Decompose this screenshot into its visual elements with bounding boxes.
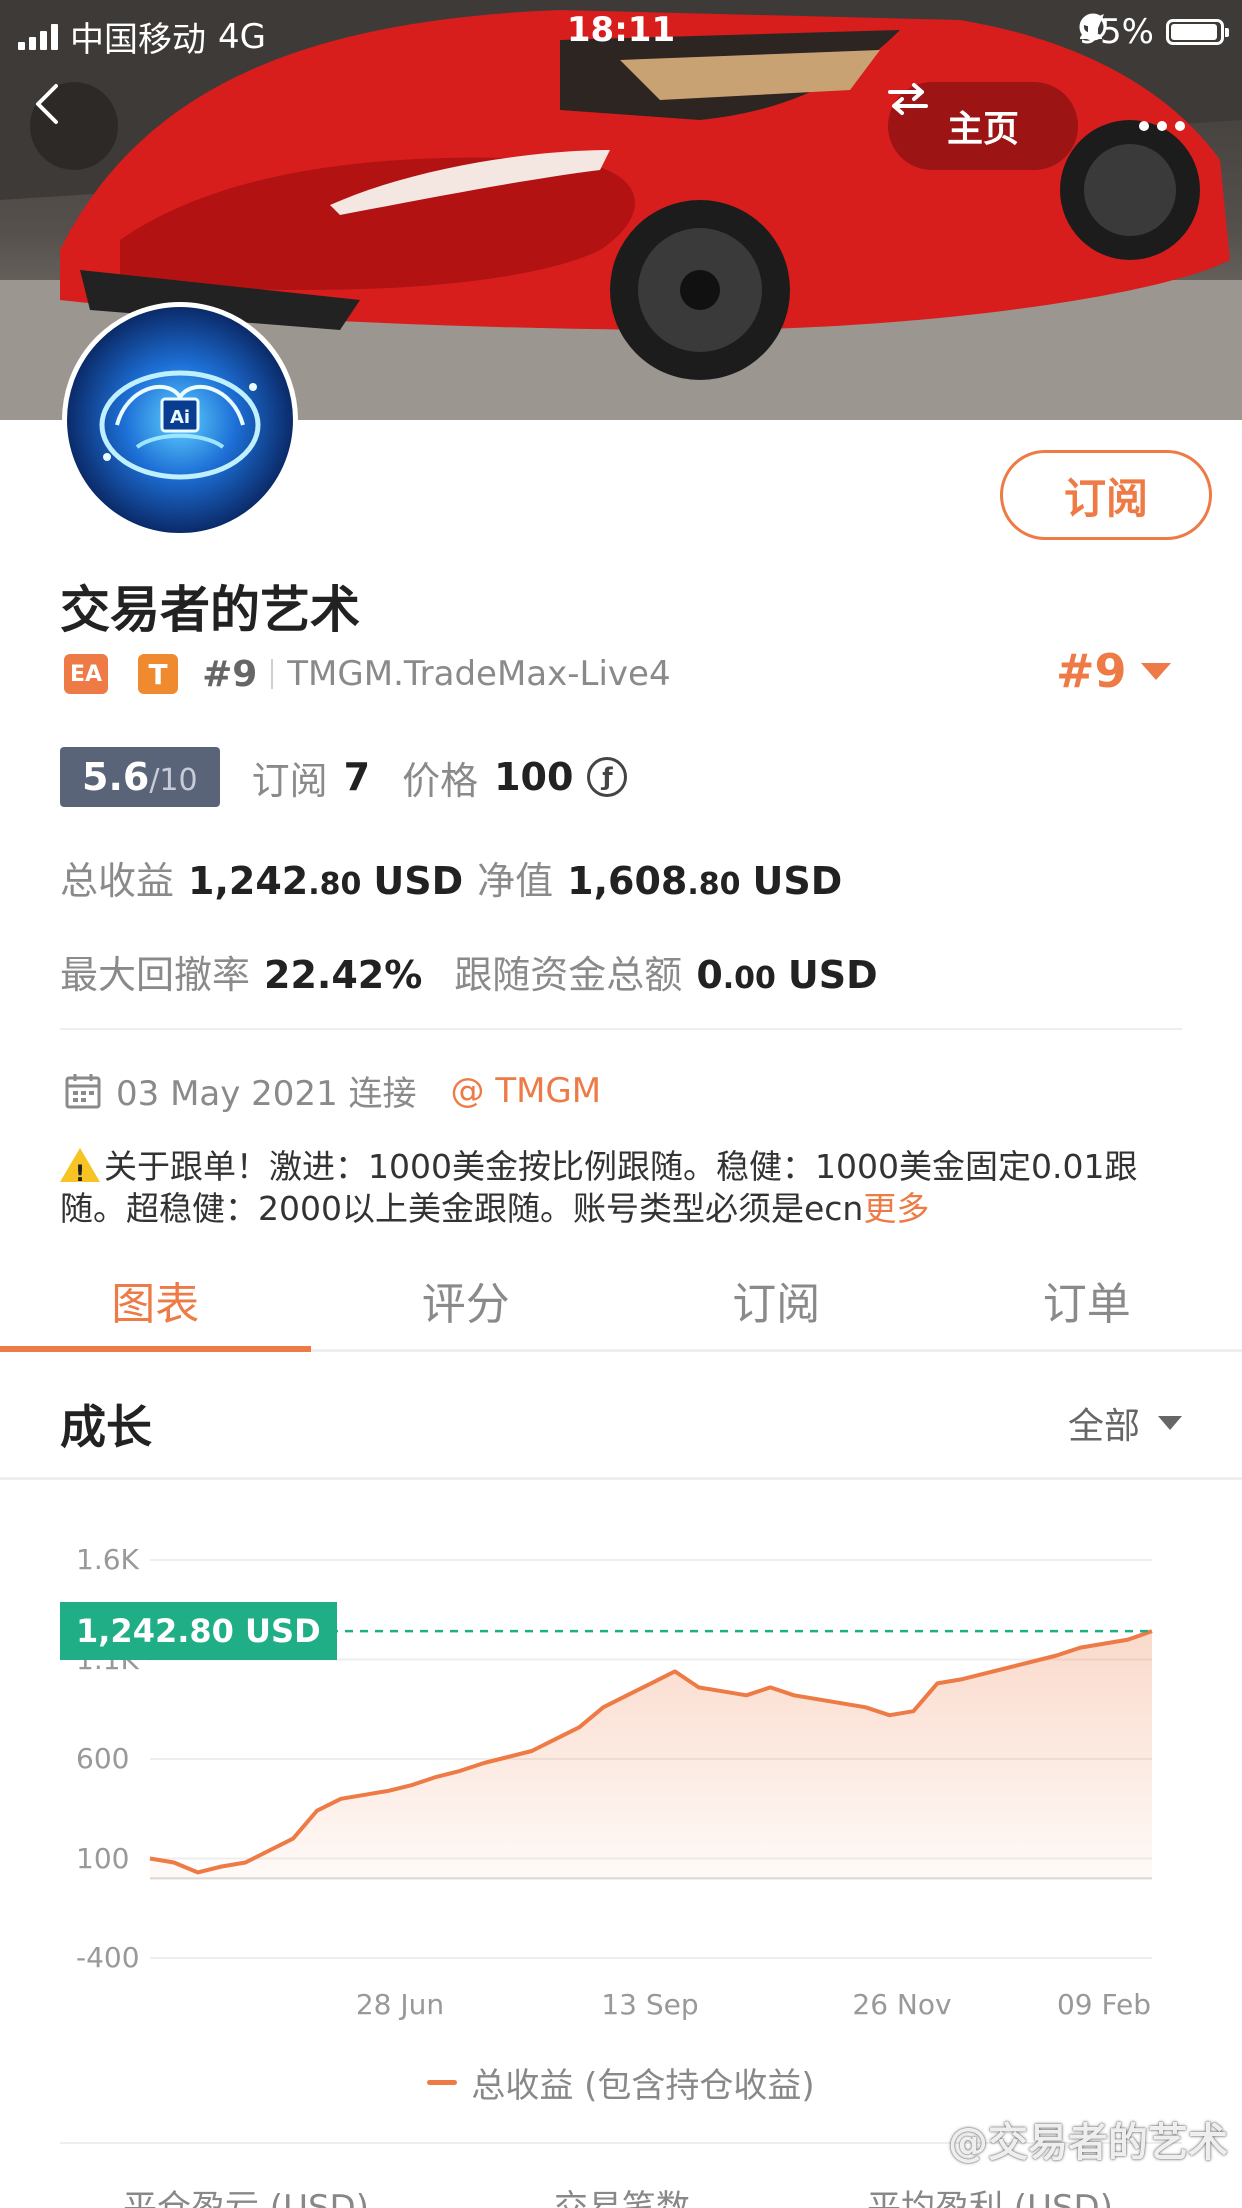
- equity-int: 1,608: [567, 859, 688, 903]
- growth-title: 成长: [60, 1400, 152, 1454]
- broker-link[interactable]: @ TMGM: [451, 1071, 602, 1111]
- ai-brain-icon: Ai: [99, 370, 261, 480]
- range-filter-dropdown[interactable]: 全部: [1068, 1397, 1182, 1449]
- y-tick-label: 1.6K: [76, 1543, 139, 1576]
- follow-funds-label: 跟随资金总额: [454, 953, 683, 997]
- dot-icon: [1175, 121, 1185, 131]
- chart-legend[interactable]: 总收益 (包含持仓收益): [0, 2058, 1242, 2107]
- summary-header-row: 平仓盈亏 (USD) 交易笔数 平均盈利 (USD): [0, 2180, 1242, 2208]
- y-tick-label: 100: [76, 1841, 130, 1875]
- caret-down-icon: [1140, 662, 1171, 680]
- connect-row: 03 May 2021 连接 @ TMGM: [64, 1066, 601, 1115]
- rank-value: #9: [1056, 644, 1127, 698]
- total-profit-currency: USD: [373, 859, 464, 903]
- more-menu-button[interactable]: [1118, 82, 1206, 170]
- coin-icon: ƒ: [587, 757, 628, 797]
- subscribe-count: 7: [343, 755, 371, 799]
- rank-dropdown[interactable]: #9: [1056, 644, 1171, 698]
- x-tick-label: 28 Jun: [355, 1988, 445, 2021]
- rating-badge: 5.6 /10: [60, 747, 220, 807]
- y-tick-label: 600: [76, 1742, 130, 1775]
- chevron-left-icon: [36, 84, 58, 124]
- total-profit-label: 总收益: [60, 859, 175, 903]
- back-button[interactable]: [30, 82, 118, 170]
- divider: [60, 1028, 1182, 1030]
- equity-label: 净值: [477, 859, 554, 903]
- swap-arrows-icon: [888, 83, 928, 115]
- tab-chart[interactable]: 图表: [0, 1250, 311, 1352]
- x-tick-label: 09 Feb: [1056, 1988, 1152, 2021]
- connect-date: 03 May 2021 连接: [116, 1074, 417, 1114]
- follow-funds-dec: .00: [722, 961, 776, 996]
- trader-name: 交易者的艺术: [60, 581, 360, 639]
- ea-badge: EA: [64, 654, 109, 694]
- x-tick-label: 13 Sep: [601, 1988, 699, 2021]
- watermark: @交易者的艺术: [948, 2120, 1228, 2166]
- warning-icon: [60, 1148, 100, 1196]
- battery-icon: [1166, 19, 1229, 45]
- t-badge: T: [138, 654, 179, 694]
- separator: [271, 659, 274, 689]
- rating-max: /10: [149, 763, 198, 798]
- x-tick-label: 26 Nov: [852, 1988, 952, 2021]
- profit-row: 总收益 1,242.80 USD 净值 1,608.80 USD: [60, 850, 842, 905]
- svg-text:Ai: Ai: [170, 407, 190, 428]
- max-drawdown-value: 22.42%: [264, 953, 423, 997]
- strategy-description: 关于跟单！激进：1000美金按比例跟随。稳健：1000美金固定0.01跟随。超稳…: [60, 1146, 1180, 1230]
- tab-bar: 图表 评分 订阅 订单: [0, 1250, 1242, 1352]
- range-filter-label: 全部: [1067, 1406, 1140, 1447]
- max-drawdown-label: 最大回撤率: [60, 953, 251, 997]
- clock: 18:11: [566, 10, 676, 50]
- equity-dec: .80: [687, 867, 741, 902]
- y-tick-label: -400: [76, 1941, 140, 1974]
- trade-count-label: 交易笔数: [554, 2188, 690, 2208]
- status-bar: 中国移动 4G 18:11 95%: [0, 0, 1242, 64]
- total-profit-dec: .80: [308, 867, 362, 902]
- growth-chart[interactable]: 1.6K1.1K600100-400 28 Jun13 Sep26 Nov09 …: [0, 1480, 1242, 2060]
- home-label: 主页: [946, 109, 1019, 150]
- server-name: TMGM.TradeMax-Live4: [287, 654, 671, 694]
- dot-icon: [1139, 121, 1149, 131]
- score-row: 5.6 /10 订阅 7 价格 100 ƒ: [60, 747, 628, 807]
- caret-down-icon: [1158, 1416, 1182, 1430]
- total-profit-int: 1,242: [188, 859, 309, 903]
- subscribe-button[interactable]: 订阅: [1000, 450, 1212, 540]
- tab-orders[interactable]: 订单: [932, 1250, 1242, 1349]
- legend-label: 总收益 (包含持仓收益): [471, 2066, 815, 2106]
- equity-currency: USD: [752, 859, 843, 903]
- home-button[interactable]: 主页: [888, 82, 1078, 170]
- rating-score: 5.6: [82, 755, 150, 799]
- growth-header: 成长 全部: [0, 1355, 1242, 1480]
- tab-subscribe[interactable]: 订阅: [621, 1250, 932, 1349]
- growth-chart-plot: [149, 1559, 1153, 1959]
- avatar[interactable]: Ai: [62, 302, 298, 538]
- price-value: 100: [494, 755, 574, 799]
- dot-icon: [1157, 121, 1167, 131]
- follow-funds-currency: USD: [787, 953, 878, 997]
- rank-label: #9: [202, 653, 258, 695]
- current-value-badge: 1,242.80 USD: [60, 1602, 337, 1661]
- legend-swatch: [427, 2080, 458, 2085]
- subscribe-count-label: 订阅: [251, 758, 328, 803]
- tab-rating[interactable]: 评分: [311, 1250, 622, 1349]
- price-label: 价格: [402, 758, 479, 803]
- follow-funds-int: 0: [696, 953, 723, 997]
- rotation-lock-icon: [1079, 13, 1107, 41]
- calendar-icon: [65, 1073, 101, 1108]
- drawdown-row: 最大回撤率 22.42% 跟随资金总额 0.00 USD: [60, 944, 878, 999]
- closed-pnl-label: 平仓盈亏 (USD): [123, 2188, 369, 2208]
- tag-row: EA T #9 TMGM.TradeMax-Live4: [64, 652, 671, 696]
- description-text: 关于跟单！激进：1000美金按比例跟随。稳健：1000美金固定0.01跟随。超稳…: [60, 1147, 1138, 1228]
- avg-profit-label: 平均盈利 (USD): [867, 2188, 1113, 2208]
- more-link[interactable]: 更多: [863, 1189, 929, 1228]
